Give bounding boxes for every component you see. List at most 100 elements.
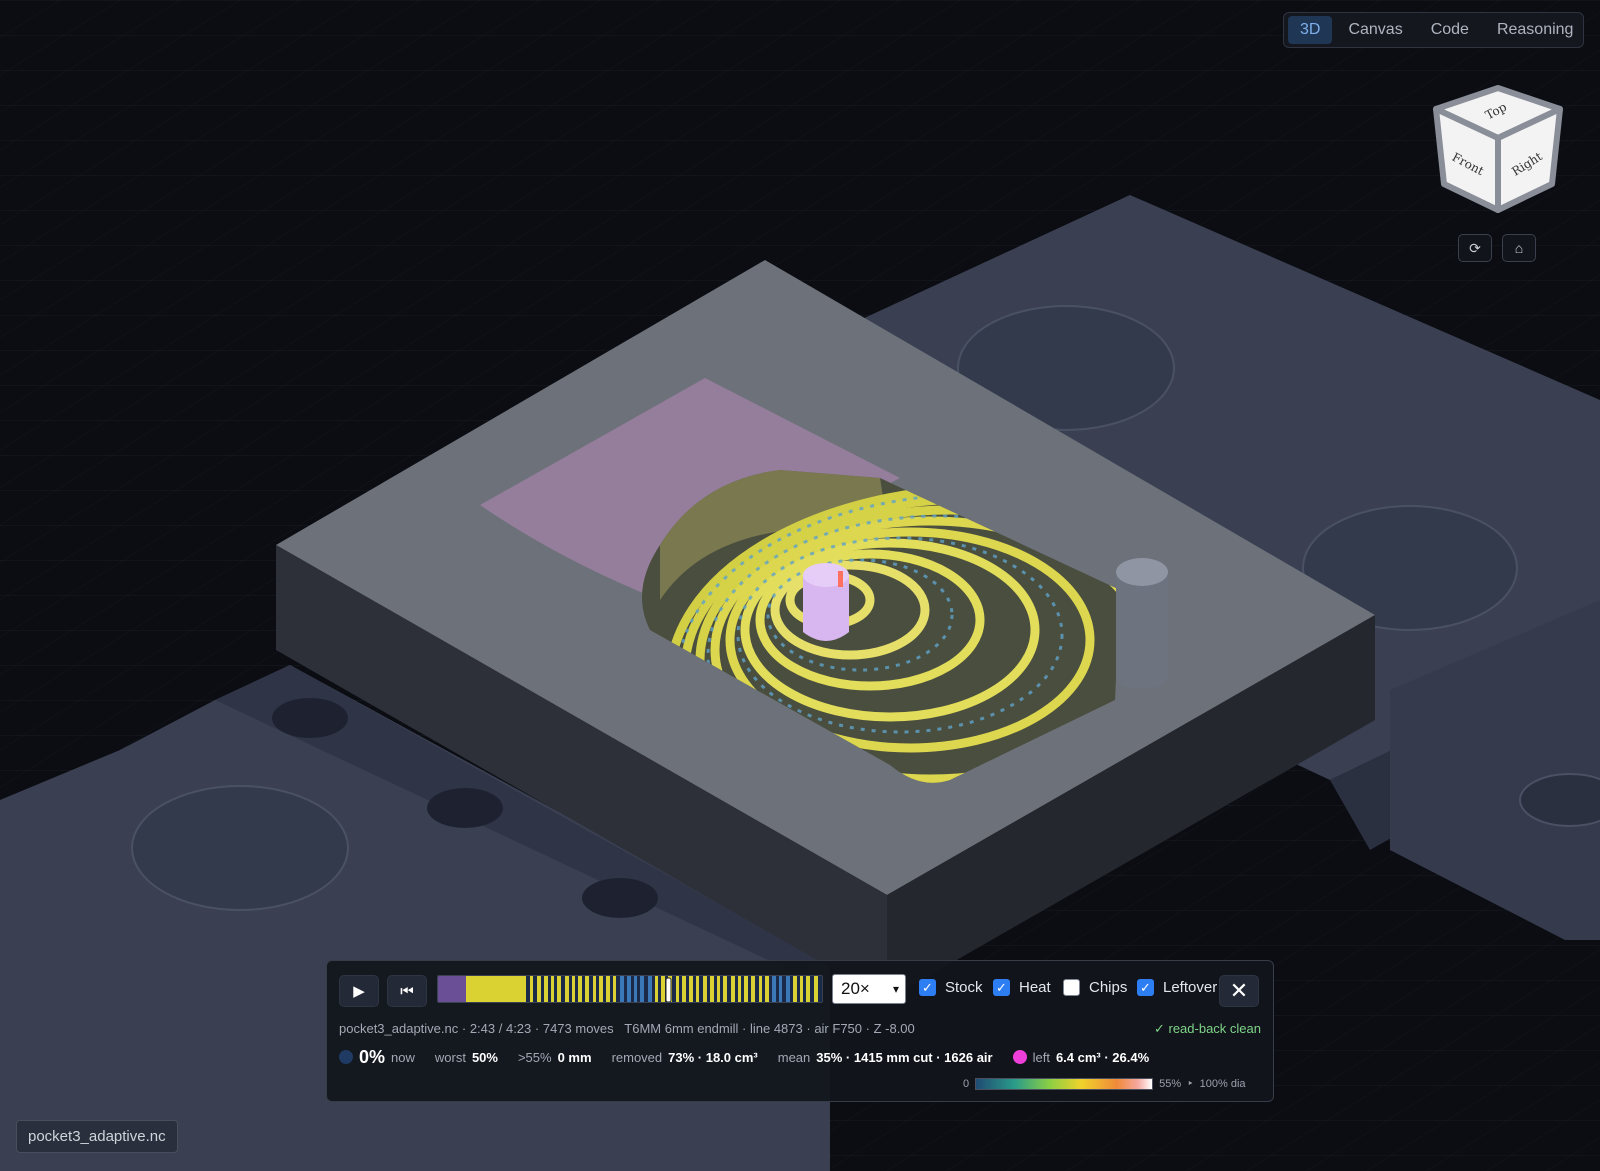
- timeline-stripe: [565, 976, 569, 1002]
- timeline-stripe: [661, 976, 665, 1002]
- timeline-stripe: [551, 976, 554, 1002]
- timeline-stripe: [772, 976, 776, 1002]
- heat-checkbox[interactable]: ✓: [993, 979, 1010, 996]
- timeline-stripe: [786, 976, 790, 1002]
- home-view-button[interactable]: ⌂: [1502, 234, 1536, 262]
- timeline-stripe: [731, 976, 735, 1002]
- legend-arrow-icon: ‣: [1187, 1078, 1194, 1090]
- file-name-badge[interactable]: pocket3_adaptive.nc: [16, 1120, 178, 1153]
- play-button[interactable]: ▶: [339, 975, 379, 1007]
- stock-checkbox[interactable]: ✓: [919, 979, 936, 996]
- timeline-stripe: [800, 976, 803, 1002]
- heat-toggle[interactable]: ✓ Heat: [993, 979, 1051, 996]
- home-icon: ⌂: [1514, 240, 1524, 256]
- timeline-stripe: [620, 976, 624, 1002]
- timeline-stripe: [765, 976, 769, 1002]
- tab-canvas[interactable]: Canvas: [1336, 16, 1414, 44]
- over-value: 0 mm: [557, 1049, 592, 1065]
- status-tool: T6MM 6mm endmill: [624, 1021, 739, 1036]
- timeline-stripe: [530, 976, 533, 1002]
- timeline-heatmap: [438, 976, 822, 1002]
- rotate-view-button[interactable]: ⟳: [1458, 234, 1492, 262]
- tab-code[interactable]: Code: [1419, 16, 1481, 44]
- stock-toggle[interactable]: ✓ Stock: [919, 979, 983, 996]
- timeline-stripe: [759, 976, 762, 1002]
- speed-value: 20×: [841, 979, 870, 998]
- chevron-down-icon: ▾: [892, 982, 899, 996]
- timeline-stripe: [751, 976, 755, 1002]
- left-label: left: [1032, 1049, 1050, 1065]
- over-label: >55%: [517, 1049, 552, 1065]
- timeline-stripe: [655, 976, 658, 1002]
- timeline-stripe: [738, 976, 741, 1002]
- chips-checkbox[interactable]: [1063, 979, 1080, 996]
- tab-3d[interactable]: 3D: [1288, 16, 1333, 44]
- timeline-stripe: [606, 976, 610, 1002]
- timeline-stripe: [793, 976, 797, 1002]
- chips-label: Chips: [1089, 979, 1128, 996]
- timeline-stripe: [744, 976, 748, 1002]
- status-line: pocket3_adaptive.nc · 2:43 / 4:23 · 7473…: [339, 1021, 915, 1036]
- timeline-stripe: [585, 976, 589, 1002]
- worst-value: 50%: [471, 1049, 498, 1065]
- timeline-stripe: [634, 976, 637, 1002]
- left-value: 6.4 cm³ · 26.4%: [1055, 1049, 1150, 1065]
- timeline-stripe: [593, 976, 596, 1002]
- timeline-stripe: [723, 976, 727, 1002]
- heat-label: Heat: [1019, 979, 1051, 996]
- timeline-handle[interactable]: [665, 977, 672, 1002]
- timeline-stripe: [537, 976, 541, 1002]
- timeline-stripe: [648, 976, 652, 1002]
- legend-dia: 100% dia: [1199, 1077, 1246, 1090]
- timeline-stripe: [640, 976, 644, 1002]
- timeline-stripe: [544, 976, 548, 1002]
- view-tabs: 3D Canvas Code Reasoning: [1283, 12, 1584, 48]
- timeline-stripe: [627, 976, 631, 1002]
- legend-max: 55%: [1159, 1077, 1182, 1090]
- rewind-button[interactable]: ⏮: [387, 975, 427, 1007]
- status-time: 2:43 / 4:23: [469, 1021, 532, 1036]
- status-file: pocket3_adaptive.nc: [339, 1021, 459, 1036]
- speed-select[interactable]: 20× ▾: [832, 974, 906, 1004]
- close-button[interactable]: ✕: [1219, 975, 1259, 1007]
- worst-label: worst: [434, 1049, 466, 1065]
- timeline-stripe: [717, 976, 720, 1002]
- view-cube[interactable]: Top Front Right: [1433, 85, 1563, 213]
- mean-label: mean: [777, 1049, 811, 1065]
- chips-toggle[interactable]: Chips: [1063, 979, 1127, 996]
- removed-value: 73% · 18.0 cm³: [668, 1049, 758, 1065]
- timeline-stripe: [689, 976, 693, 1002]
- timeline-stripe: [779, 976, 782, 1002]
- heat-legend: 0 55% ‣ 100% dia: [963, 1077, 1246, 1090]
- rotate-icon: ⟳: [1469, 239, 1481, 256]
- stock-label: Stock: [945, 979, 983, 996]
- status-z: Z -8.00: [873, 1021, 915, 1036]
- stats-line: 0% now worst 50% >55% 0 mm removed 73% ·…: [339, 1045, 1149, 1069]
- leftover-label: Leftover: [1163, 979, 1218, 996]
- timeline-scrubber[interactable]: [437, 975, 823, 1003]
- view-cube-controls: ⟳ ⌂: [1458, 234, 1536, 262]
- timeline-stripe: [676, 976, 679, 1002]
- now-indicator-dot: [339, 1050, 353, 1064]
- timeline-stripe: [814, 976, 818, 1002]
- tab-reasoning[interactable]: Reasoning: [1485, 16, 1586, 44]
- readback-status: ✓ read-back clean: [1153, 1021, 1261, 1036]
- timeline-stripe: [613, 976, 616, 1002]
- timeline-stripe: [572, 976, 575, 1002]
- timeline-stripe: [682, 976, 686, 1002]
- status-line-number: line 4873: [749, 1021, 803, 1036]
- leftover-checkbox[interactable]: ✓: [1137, 979, 1154, 996]
- leftover-toggle[interactable]: ✓ Leftover: [1137, 979, 1217, 996]
- legend-gradient: [975, 1077, 1154, 1090]
- cutting-tool: [1116, 558, 1168, 689]
- timeline-stripe: [806, 976, 810, 1002]
- timeline-stripe: [578, 976, 582, 1002]
- timeline-stripe: [703, 976, 707, 1002]
- timeline-stripe: [696, 976, 699, 1002]
- mean-value: 35% · 1415 mm cut · 1626 air: [816, 1049, 993, 1065]
- now-value: 0%: [359, 1046, 386, 1067]
- status-moves: 7473 moves: [542, 1021, 614, 1036]
- timeline-stripe: [599, 976, 603, 1002]
- simulation-panel: ▶ ⏮ 20× ▾ ✓ Stock ✓ Heat Chips ✓ Leftove…: [326, 960, 1274, 1102]
- rewind-icon: ⏮: [400, 982, 414, 1000]
